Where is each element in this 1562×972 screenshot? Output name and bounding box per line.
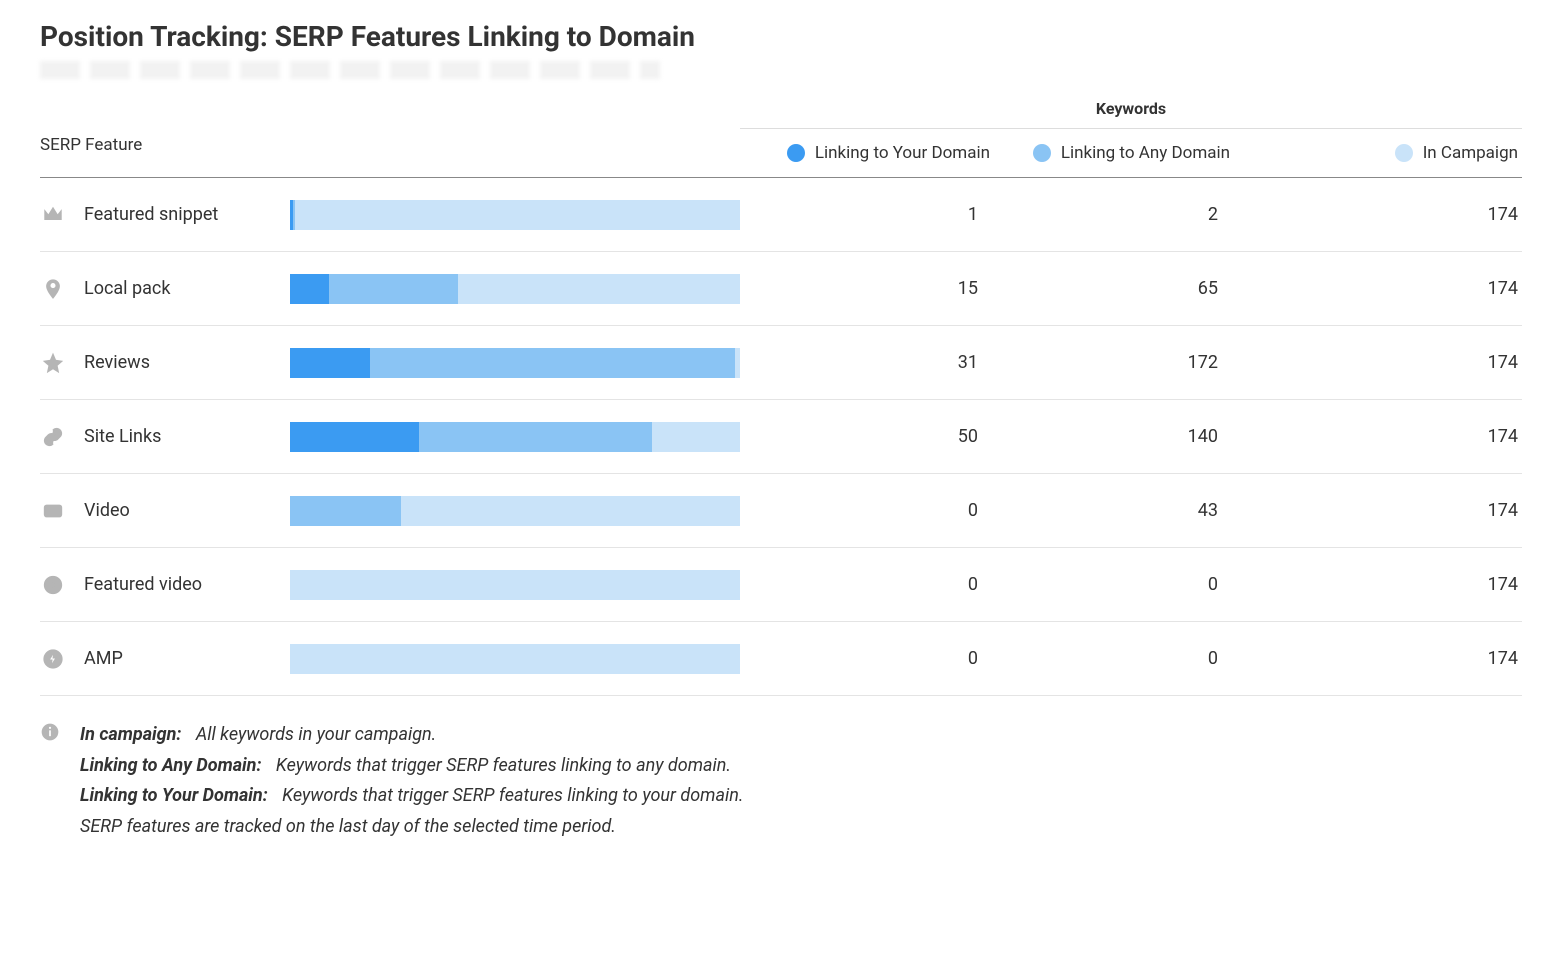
- footer-in-campaign: In campaign: All keywords in your campai…: [80, 720, 743, 751]
- bar-your-domain: [290, 274, 329, 304]
- table-row[interactable]: Featured video00174: [40, 548, 1522, 622]
- value-in-campaign: 174: [1240, 352, 1522, 373]
- value-your-domain: 0: [740, 648, 1000, 669]
- bar-chart: [290, 200, 740, 230]
- value-any-domain: 2: [1000, 204, 1240, 225]
- value-in-campaign: 174: [1240, 278, 1522, 299]
- legend-in-campaign[interactable]: In Campaign: [1240, 143, 1522, 163]
- star-icon: [40, 352, 84, 374]
- bar-in-campaign: [290, 274, 740, 304]
- value-your-domain: 31: [740, 352, 1000, 373]
- bar-in-campaign: [290, 348, 740, 378]
- value-your-domain: 15: [740, 278, 1000, 299]
- table-row[interactable]: Video 043174: [40, 474, 1522, 548]
- playcirc-icon: [40, 574, 84, 596]
- crown-icon: [40, 204, 84, 226]
- bar-chart: [290, 570, 740, 600]
- value-your-domain: 50: [740, 426, 1000, 447]
- row-values: 00174: [740, 574, 1522, 595]
- bar-chart: [290, 274, 740, 304]
- page-title: Position Tracking: SERP Features Linking…: [40, 20, 1522, 53]
- bar-your-domain: [290, 422, 419, 452]
- value-your-domain: 0: [740, 500, 1000, 521]
- amp-icon: [40, 648, 84, 670]
- bar-in-campaign: [290, 422, 740, 452]
- value-in-campaign: 174: [1240, 574, 1522, 595]
- bar-in-campaign: [290, 570, 740, 600]
- feature-name: Featured video: [84, 574, 290, 595]
- value-any-domain: 65: [1000, 278, 1240, 299]
- value-any-domain: 0: [1000, 574, 1240, 595]
- table-row[interactable]: Site Links 50140174: [40, 400, 1522, 474]
- footer-any-domain: Linking to Any Domain: Keywords that tri…: [80, 751, 743, 782]
- value-in-campaign: 174: [1240, 426, 1522, 447]
- value-in-campaign: 174: [1240, 648, 1522, 669]
- value-any-domain: 172: [1000, 352, 1240, 373]
- row-values: 31172174: [740, 352, 1522, 373]
- pin-icon: [40, 278, 84, 300]
- value-your-domain: 0: [740, 574, 1000, 595]
- footer-note: SERP features are tracked on the last da…: [80, 812, 743, 843]
- serp-features-table: SERP Feature Keywords Linking to Your Do…: [40, 99, 1522, 696]
- bar-chart: [290, 422, 740, 452]
- bar-in-campaign: [290, 496, 740, 526]
- footer: In campaign: All keywords in your campai…: [40, 720, 1522, 842]
- legend: Linking to Your Domain Linking to Any Do…: [740, 129, 1522, 177]
- value-your-domain: 1: [740, 204, 1000, 225]
- table-row[interactable]: Local pack 1565174: [40, 252, 1522, 326]
- video-icon: [40, 500, 84, 522]
- legend-your-label: Linking to Your Domain: [815, 143, 990, 163]
- legend-your-domain[interactable]: Linking to Your Domain: [740, 143, 1000, 163]
- swatch-camp-icon: [1395, 144, 1413, 162]
- feature-name: Reviews: [84, 352, 290, 373]
- bar-chart: [290, 348, 740, 378]
- value-any-domain: 43: [1000, 500, 1240, 521]
- bar-in-campaign: [290, 200, 740, 230]
- bar-in-campaign: [290, 644, 740, 674]
- bar-any-domain: [290, 496, 401, 526]
- table-row[interactable]: Featured snippet 12174: [40, 178, 1522, 252]
- bar-chart: [290, 644, 740, 674]
- header-serp-feature: SERP Feature: [40, 135, 740, 177]
- row-values: 1565174: [740, 278, 1522, 299]
- header-keywords: Keywords: [740, 99, 1522, 129]
- value-in-campaign: 174: [1240, 500, 1522, 521]
- row-values: 043174: [740, 500, 1522, 521]
- value-in-campaign: 174: [1240, 204, 1522, 225]
- info-icon: [40, 720, 62, 842]
- bar-your-domain: [290, 200, 293, 230]
- feature-name: Featured snippet: [84, 204, 290, 225]
- legend-any-label: Linking to Any Domain: [1061, 143, 1230, 163]
- row-values: 00174: [740, 648, 1522, 669]
- bar-chart: [290, 496, 740, 526]
- swatch-any-icon: [1033, 144, 1051, 162]
- value-any-domain: 140: [1000, 426, 1240, 447]
- swatch-your-icon: [787, 144, 805, 162]
- feature-name: Video: [84, 500, 290, 521]
- row-values: 12174: [740, 204, 1522, 225]
- footer-your-domain: Linking to Your Domain: Keywords that tr…: [80, 781, 743, 812]
- legend-any-domain[interactable]: Linking to Any Domain: [1000, 143, 1240, 163]
- feature-name: Local pack: [84, 278, 290, 299]
- row-values: 50140174: [740, 426, 1522, 447]
- bar-your-domain: [290, 348, 370, 378]
- feature-name: AMP: [84, 648, 290, 669]
- table-header: SERP Feature Keywords Linking to Your Do…: [40, 99, 1522, 178]
- feature-name: Site Links: [84, 426, 290, 447]
- table-row[interactable]: AMP00174: [40, 622, 1522, 696]
- table-row[interactable]: Reviews 31172174: [40, 326, 1522, 400]
- subtitle-redacted: [40, 61, 660, 79]
- legend-camp-label: In Campaign: [1423, 143, 1518, 163]
- link-icon: [40, 426, 84, 448]
- value-any-domain: 0: [1000, 648, 1240, 669]
